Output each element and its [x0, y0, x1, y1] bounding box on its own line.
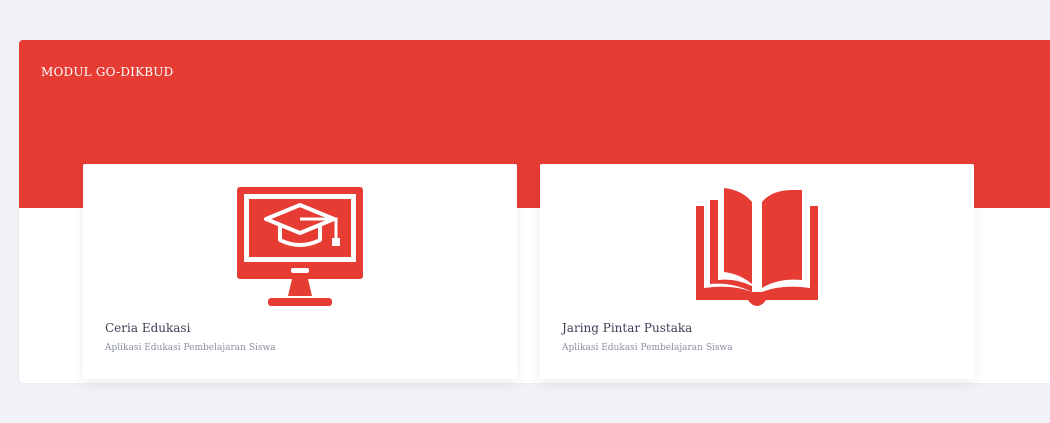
open-book-icon: [692, 188, 822, 310]
card-title: Jaring Pintar Pustaka: [562, 321, 693, 335]
computer-graduation-cap-icon: [236, 186, 364, 314]
card-jaring-pintar-pustaka[interactable]: Jaring Pintar Pustaka Aplikasi Edukasi P…: [540, 164, 974, 379]
card-subtitle: Aplikasi Edukasi Pembelajaran Siswa: [562, 343, 733, 353]
module-title: MODUL GO-DIKBUD: [41, 65, 174, 79]
card-ceria-edukasi[interactable]: Ceria Edukasi Aplikasi Edukasi Pembelaja…: [83, 164, 517, 379]
card-subtitle: Aplikasi Edukasi Pembelajaran Siswa: [105, 343, 276, 353]
card-title: Ceria Edukasi: [105, 321, 191, 335]
